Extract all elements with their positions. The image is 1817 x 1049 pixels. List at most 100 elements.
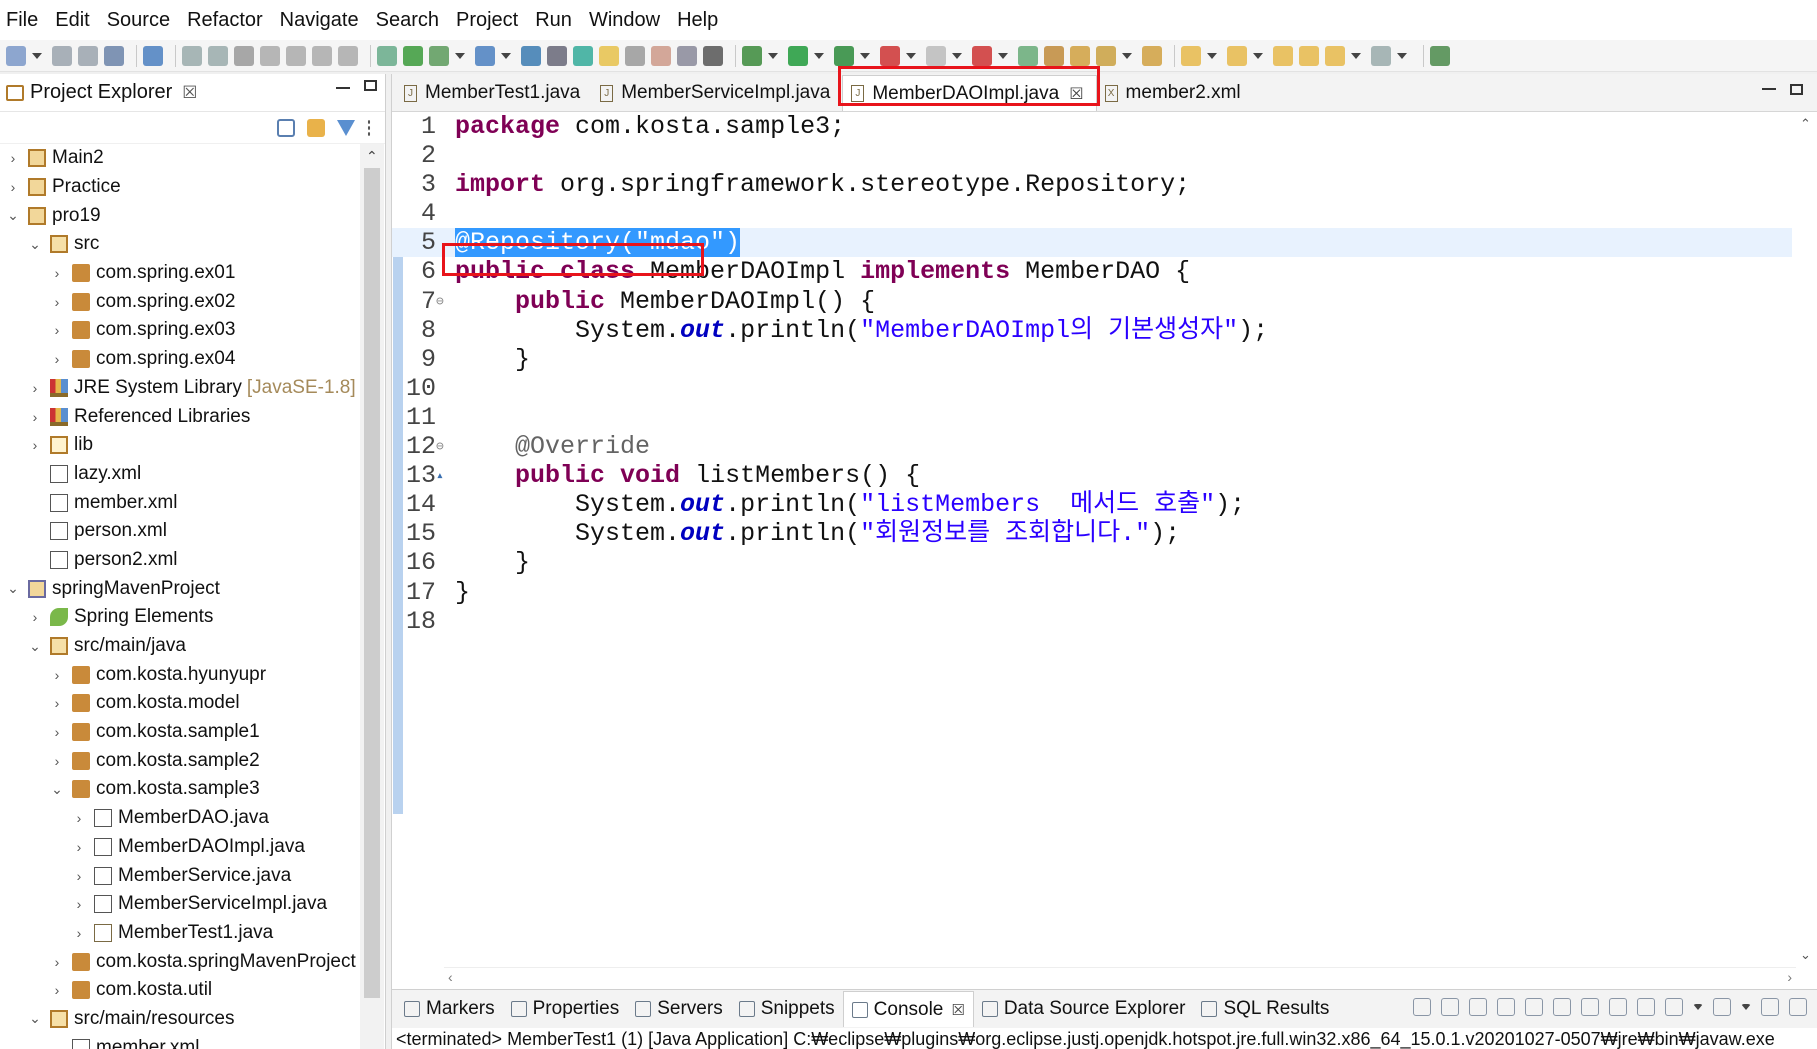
close-icon[interactable]: ☒	[951, 1001, 964, 1019]
tab-snippets[interactable]: Snippets	[731, 991, 843, 1027]
code-line[interactable]: 10	[392, 374, 1792, 403]
view-menu-icon[interactable]	[367, 118, 371, 137]
tree-item[interactable]: › MemberServiceImpl.java	[0, 890, 358, 919]
forward-icon[interactable]	[1299, 45, 1319, 66]
external-tools-icon[interactable]	[880, 45, 900, 66]
scroll-up-icon[interactable]: ⌃	[1800, 116, 1811, 132]
step-return-icon[interactable]	[338, 45, 358, 66]
pin-console-icon[interactable]	[1637, 998, 1655, 1016]
chevron-down-icon[interactable]	[1253, 52, 1263, 59]
prev-annotation-icon[interactable]	[677, 45, 697, 66]
editor-minimize-icon[interactable]	[1762, 88, 1776, 90]
tree-item[interactable]: person.xml	[0, 517, 358, 546]
menu-file[interactable]: File	[6, 9, 38, 32]
code-line[interactable]: 8 System.out.println("MemberDAOImpl의 기본생…	[392, 316, 1792, 345]
chevron-down-icon[interactable]: ⌄	[28, 1010, 42, 1027]
tree-item[interactable]: › com.kosta.util	[0, 976, 358, 1005]
highlight-icon[interactable]	[599, 45, 619, 66]
server-icon[interactable]	[972, 45, 992, 66]
chevron-right-icon[interactable]: ›	[50, 322, 64, 338]
tree-item[interactable]: › lib	[0, 431, 358, 460]
chevron-right-icon[interactable]: ›	[50, 982, 64, 998]
chevron-right-icon[interactable]: ›	[50, 294, 64, 310]
tab-servers[interactable]: Servers	[627, 991, 730, 1027]
chevron-right-icon[interactable]: ›	[28, 437, 42, 453]
tree-item[interactable]: ⌄ src/main/resources	[0, 1005, 358, 1034]
chevron-down-icon[interactable]	[906, 52, 916, 59]
back-icon[interactable]	[1273, 45, 1293, 66]
disconnect-icon[interactable]	[260, 45, 280, 66]
menu-project[interactable]: Project	[456, 9, 518, 32]
coverage-icon[interactable]	[834, 45, 854, 66]
chevron-down-icon[interactable]: ⌄	[6, 207, 20, 224]
open-console-icon[interactable]	[1713, 998, 1731, 1016]
new-spring-icon[interactable]	[429, 45, 449, 66]
fold-toggle-icon[interactable]: ⊖	[436, 432, 444, 461]
search-icon[interactable]	[547, 45, 567, 66]
scroll-down-icon[interactable]: ⌄	[1800, 947, 1811, 963]
step-into-icon[interactable]	[286, 45, 306, 66]
remove-all-icon[interactable]	[1469, 998, 1487, 1016]
wand-icon[interactable]	[1096, 45, 1116, 66]
open-project-icon[interactable]	[1044, 45, 1064, 66]
terminate-icon[interactable]	[1413, 998, 1431, 1016]
stop-icon[interactable]	[926, 45, 946, 66]
explorer-scrollbar[interactable]: ⌃	[360, 144, 384, 1049]
chevron-down-icon[interactable]	[860, 52, 870, 59]
tree-item[interactable]: ⌄ src	[0, 230, 358, 259]
debug-icon[interactable]	[742, 45, 762, 66]
tree-item[interactable]: member.xml	[0, 488, 358, 517]
code-line[interactable]: 11	[392, 403, 1792, 432]
tree-item[interactable]: › MemberDAO.java	[0, 804, 358, 833]
chevron-down-icon[interactable]	[1397, 52, 1407, 59]
code-line[interactable]: 5 @Repository("mdao")	[392, 228, 1792, 258]
globe-icon[interactable]	[521, 45, 541, 66]
tree-item[interactable]: › JRE System Library [JavaSE-1.8]	[0, 374, 358, 403]
chevron-down-icon[interactable]: ⌄	[50, 781, 64, 798]
code-line[interactable]: 4	[392, 199, 1792, 228]
chevron-right-icon[interactable]: ›	[28, 609, 42, 625]
pin-icon[interactable]	[573, 45, 593, 66]
save-icon[interactable]	[52, 45, 72, 66]
chevron-right-icon[interactable]: ›	[72, 925, 86, 941]
tab-console[interactable]: Console ☒	[842, 991, 974, 1027]
chevron-right-icon[interactable]: ›	[50, 351, 64, 367]
menu-navigate[interactable]: Navigate	[280, 9, 359, 32]
editor-maximize-icon[interactable]	[1790, 84, 1803, 95]
new-icon[interactable]	[6, 45, 26, 66]
chevron-right-icon[interactable]: ›	[6, 150, 20, 166]
tab-sql-results[interactable]: SQL Results	[1193, 991, 1337, 1027]
folder-icon[interactable]	[1142, 45, 1162, 66]
chevron-down-icon[interactable]	[32, 52, 42, 59]
menu-search[interactable]: Search	[376, 9, 439, 32]
tree-item[interactable]: › com.spring.ex02	[0, 287, 358, 316]
close-icon[interactable]: ☒	[1069, 84, 1083, 104]
chevron-right-icon[interactable]: ›	[50, 265, 64, 281]
menu-run[interactable]: Run	[535, 9, 572, 32]
maximize-icon[interactable]	[364, 80, 377, 91]
code-line[interactable]: 2	[392, 141, 1792, 170]
tree-item[interactable]: › com.kosta.sample1	[0, 718, 358, 747]
tree-item[interactable]: › com.spring.ex04	[0, 345, 358, 374]
tree-item[interactable]: › Main2	[0, 144, 358, 173]
tree-item[interactable]: › Spring Elements	[0, 603, 358, 632]
chevron-down-icon[interactable]	[1693, 1004, 1703, 1010]
editor-horizontal-scrollbar[interactable]: ‹ ›	[444, 967, 1796, 989]
print-icon[interactable]	[104, 45, 124, 66]
chevron-down-icon[interactable]	[952, 52, 962, 59]
tab-membertest1-java[interactable]: J MemberTest1.java	[396, 75, 592, 111]
code-line[interactable]: 13 ▴ public void listMembers() {	[392, 461, 1792, 490]
navigate-forward-icon[interactable]	[1371, 45, 1391, 66]
code-line[interactable]: 12 ⊖ @Override	[392, 432, 1792, 461]
code-line[interactable]: 14 System.out.println("listMembers 메서드 호…	[392, 490, 1792, 519]
tab-properties[interactable]: Properties	[503, 991, 628, 1027]
code-line[interactable]: 9 }	[392, 345, 1792, 374]
editor-vertical-scrollbar[interactable]: ⌃ ⌄	[1795, 112, 1817, 967]
chevron-right-icon[interactable]: ›	[72, 868, 86, 884]
tree-item[interactable]: ⌄ src/main/java	[0, 632, 358, 661]
tree-item[interactable]: › com.spring.ex03	[0, 316, 358, 345]
chevron-down-icon[interactable]	[1122, 52, 1132, 59]
pilcrow-icon[interactable]	[703, 45, 723, 66]
chevron-down-icon[interactable]	[1741, 1004, 1751, 1010]
tab-memberdaoimpl-java[interactable]: J MemberDAOImpl.java ☒	[842, 75, 1097, 111]
